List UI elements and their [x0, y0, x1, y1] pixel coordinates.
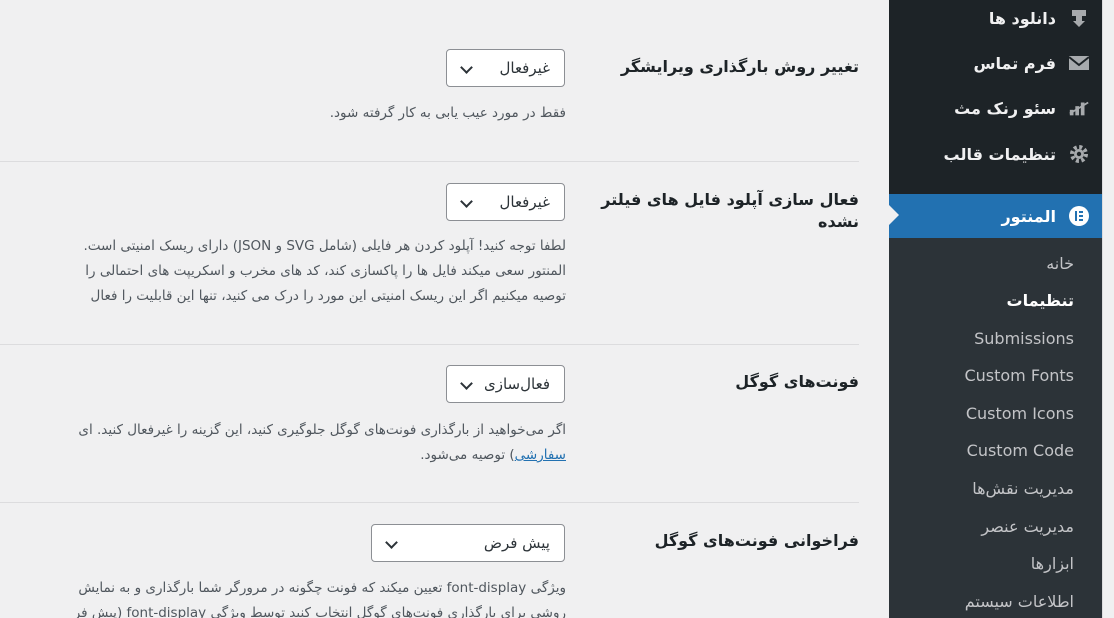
menu-label: دانلود ها: [988, 8, 1056, 28]
chevron-down-icon: [384, 536, 398, 550]
download-icon: [1068, 7, 1090, 29]
setting-title-unfiltered-upload: فعال سازی آپلود فایل های فیلتر نشده: [589, 189, 859, 233]
menu-label: تنظیمات قالب: [943, 144, 1056, 164]
select-value: فعال‌سازی: [484, 375, 550, 393]
submenu-tools[interactable]: ابزارها: [1031, 554, 1074, 573]
select-value: پیش فرض: [483, 534, 550, 552]
menu-item-theme-settings[interactable]: تنظیمات قالب: [889, 134, 1102, 174]
title-line: نشده: [818, 212, 859, 231]
menu-label: سئو رنک مث: [954, 98, 1056, 118]
custom-fonts-link[interactable]: سفارشی: [515, 447, 566, 463]
menu-label: المنتور: [1001, 206, 1056, 226]
desc-line: توصیه میکنیم اگر این ریسک امنیتی این مور…: [90, 288, 566, 304]
chevron-down-icon: [459, 61, 473, 75]
unfiltered-upload-select[interactable]: غیرفعال: [446, 183, 565, 221]
elementor-icon: [1068, 205, 1090, 227]
desc-line: ویژگی font-display تعیین میکند که فونت چ…: [78, 580, 566, 596]
desc-line: اگر می‌خواهید از بارگذاری فونت‌های گوگل …: [78, 422, 566, 438]
submenu-custom-code[interactable]: Custom Code: [967, 441, 1074, 460]
submenu-home[interactable]: خانه: [1046, 254, 1074, 273]
gear-icon: [1068, 143, 1090, 165]
chevron-down-icon: [459, 195, 473, 209]
scrollbar[interactable]: [1102, 0, 1114, 618]
menu-label: فرم تماس: [973, 53, 1056, 73]
menu-item-downloads[interactable]: دانلود ها: [889, 0, 1102, 38]
menu-item-elementor[interactable]: المنتور: [889, 194, 1102, 238]
submenu-system-info[interactable]: اطلاعات سیستم: [965, 592, 1074, 611]
divider: [0, 344, 859, 345]
select-value: غیرفعال: [499, 59, 550, 77]
submenu-custom-fonts[interactable]: Custom Fonts: [964, 366, 1074, 385]
editor-loader-select[interactable]: غیرفعال: [446, 49, 565, 87]
elementor-submenu: خانه تنظیمات Submissions Custom Fonts Cu…: [889, 238, 1102, 618]
active-indicator: [889, 205, 899, 225]
setting-description: اگر می‌خواهید از بارگذاری فونت‌های گوگل …: [0, 418, 566, 468]
admin-sidebar: دانلود ها فرم تماس سئو رنک مث تنظیمات قا…: [889, 0, 1114, 618]
title-line: فعال سازی آپلود فایل های فیلتر: [601, 190, 859, 209]
chart-icon: [1068, 97, 1090, 119]
submenu-submissions[interactable]: Submissions: [974, 329, 1074, 348]
submenu-role-manager[interactable]: مدیریت نقش‌ها: [972, 479, 1074, 498]
setting-description: فقط در مورد عیب یابی به کار گرفته شود.: [329, 105, 566, 121]
chevron-down-icon: [459, 377, 473, 391]
divider: [0, 502, 859, 503]
setting-description: لطفا توجه کنید! آپلود کردن هر فایلی (شام…: [0, 234, 566, 309]
desc-line: سفارشی) توصیه می‌شود.: [0, 443, 566, 468]
setting-title-editor-loader: تغییر روش بارگذاری ویرایشگر: [620, 57, 859, 76]
desc-line: لطفا توجه کنید! آپلود کردن هر فایلی (شام…: [83, 238, 566, 254]
select-value: غیرفعال: [499, 193, 550, 211]
divider: [0, 161, 859, 162]
submenu-element-manager[interactable]: مدیریت عنصر: [981, 517, 1074, 536]
mail-icon: [1068, 52, 1090, 74]
font-display-select[interactable]: پیش فرض: [371, 524, 565, 562]
settings-panel: تغییر روش بارگذاری ویرایشگر غیرفعال فقط …: [0, 0, 889, 618]
desc-line: المنتور سعی میکند فایل ها را پاکسازی کند…: [85, 263, 566, 279]
submenu-settings[interactable]: تنظیمات: [1007, 291, 1074, 310]
setting-description: ویژگی font-display تعیین میکند که فونت چ…: [0, 576, 566, 618]
submenu-custom-icons[interactable]: Custom Icons: [966, 404, 1074, 423]
desc-line-rest: ) توصیه می‌شود.: [420, 447, 515, 463]
menu-item-contact-form[interactable]: فرم تماس: [889, 43, 1102, 83]
setting-title-font-display: فراخوانی فونت‌های گوگل: [654, 531, 859, 550]
menu-item-rankmath[interactable]: سئو رنک مث: [889, 88, 1102, 128]
desc-line: روشی برای بارگذاری فونت‌های گوگل انتخاب …: [73, 605, 566, 618]
google-fonts-select[interactable]: فعال‌سازی: [446, 365, 565, 403]
setting-title-google-fonts: فونت‌های گوگل: [735, 372, 859, 391]
